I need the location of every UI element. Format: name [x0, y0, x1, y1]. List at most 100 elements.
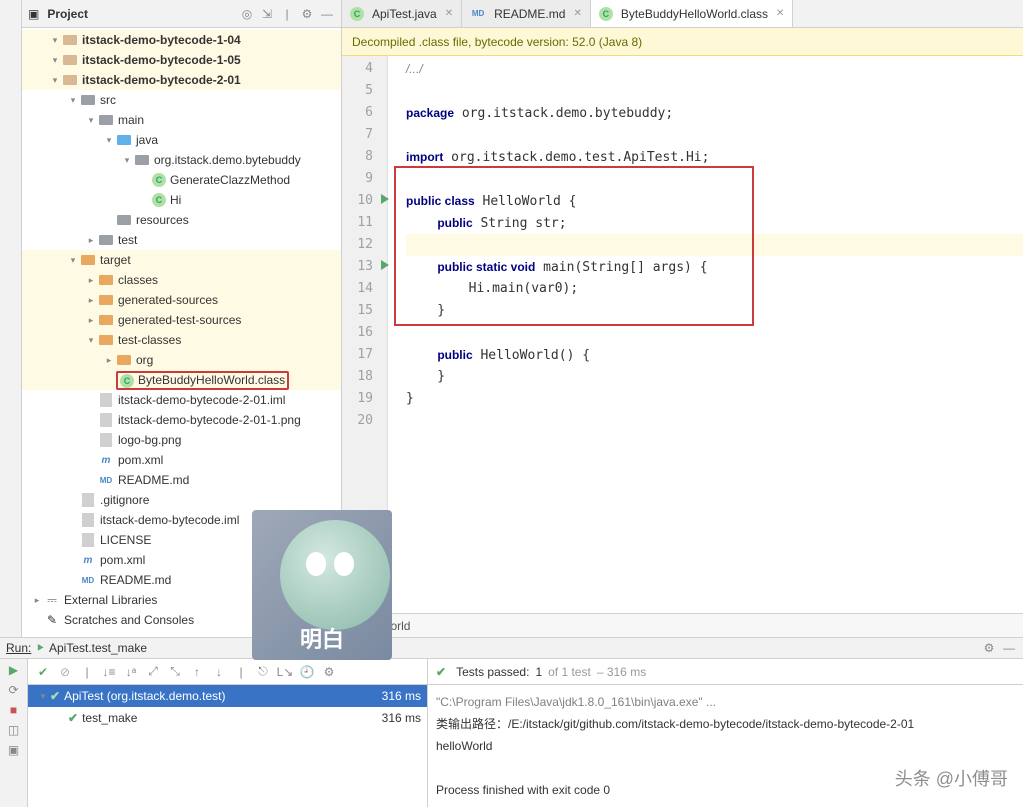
hide-icon[interactable]: — — [319, 6, 335, 22]
editor-tab[interactable]: MDREADME.md✕ — [462, 0, 591, 27]
editor[interactable]: 4567891011121314151617181920 /.../packag… — [342, 56, 1023, 613]
gear-icon[interactable]: ⚙ — [320, 665, 338, 679]
test-row[interactable]: ▾✔ApiTest (org.itstack.demo.test)316 ms — [28, 685, 427, 707]
tree-twisty-icon[interactable]: ▾ — [84, 335, 98, 346]
sort-icon[interactable]: ↓ᵃ — [122, 665, 140, 679]
editor-code[interactable]: /.../ package org.itstack.demo.bytebuddy;… — [388, 56, 1023, 613]
hide-icon[interactable]: — — [1001, 640, 1017, 656]
tree-item[interactable]: ▾test-classes — [22, 330, 341, 350]
code-line[interactable] — [406, 80, 1023, 102]
locate-icon[interactable]: ◎ — [239, 6, 255, 22]
tree-item[interactable]: CGenerateClazzMethod — [22, 170, 341, 190]
rerun-icon[interactable]: ▶ — [9, 663, 18, 677]
code-line[interactable] — [406, 322, 1023, 344]
code-line[interactable] — [406, 168, 1023, 190]
run-toolwindow-header: Run: ⯈ ApiTest.test_make ⚙ — — [0, 638, 1023, 659]
tree-twisty-icon[interactable]: ▾ — [48, 35, 62, 46]
tree-twisty-icon[interactable]: ▾ — [66, 95, 80, 106]
run-config-name[interactable]: ApiTest.test_make — [49, 641, 147, 655]
close-icon[interactable]: ✕ — [445, 8, 453, 19]
tree-item[interactable]: ▾itstack-demo-bytecode-2-01 — [22, 70, 341, 90]
code-line[interactable]: package org.itstack.demo.bytebuddy; — [406, 102, 1023, 124]
close-icon[interactable]: ✕ — [573, 8, 581, 19]
history-icon[interactable]: 🕘 — [298, 665, 316, 679]
code-line[interactable]: } — [406, 388, 1023, 410]
tree-item[interactable]: ▸classes — [22, 270, 341, 290]
tree-twisty-icon[interactable]: ▸ — [102, 355, 116, 366]
fold-tan-icon — [62, 52, 78, 68]
tree-item[interactable]: ▸test — [22, 230, 341, 250]
tree-item[interactable]: itstack-demo-bytecode-2-01-1.png — [22, 410, 341, 430]
gear-icon[interactable]: ⚙ — [981, 640, 997, 656]
code-line[interactable]: } — [406, 366, 1023, 388]
stop-icon[interactable]: ■ — [10, 703, 17, 717]
tree-item[interactable]: itstack-demo-bytecode-2-01.iml — [22, 390, 341, 410]
tree-item[interactable]: ▾src — [22, 90, 341, 110]
code-line[interactable] — [406, 234, 1023, 256]
import-icon[interactable]: L↘ — [276, 665, 294, 679]
tree-item[interactable]: MDREADME.md — [22, 470, 341, 490]
tree-item[interactable]: resources — [22, 210, 341, 230]
expand-icon[interactable]: ⤢ — [144, 664, 162, 679]
tree-item[interactable]: ▾itstack-demo-bytecode-1-05 — [22, 50, 341, 70]
tree-twisty-icon[interactable]: ▾ — [48, 75, 62, 86]
tree-item[interactable]: ▸generated-test-sources — [22, 310, 341, 330]
tree-item[interactable]: ▾java — [22, 130, 341, 150]
tree-item[interactable]: .gitignore — [22, 490, 341, 510]
code-line[interactable]: } — [406, 300, 1023, 322]
tree-twisty-icon[interactable]: ▾ — [66, 255, 80, 266]
console-output[interactable]: "C:\Program Files\Java\jdk1.8.0_161\bin\… — [428, 685, 1023, 807]
code-line[interactable]: public class HelloWorld { — [406, 190, 1023, 212]
code-line[interactable]: public static void main(String[] args) { — [406, 256, 1023, 278]
prev-icon[interactable]: ↑ — [188, 665, 206, 679]
tree-twisty-icon[interactable]: ▾ — [48, 55, 62, 66]
tree-item[interactable]: ▾itstack-demo-bytecode-1-04 — [22, 30, 341, 50]
breadcrumb[interactable]: HelloWorld — [342, 613, 1023, 637]
tree-item-label: resources — [136, 213, 189, 227]
editor-tab[interactable]: CApiTest.java✕ — [342, 0, 462, 27]
tree-item[interactable]: CByteBuddyHelloWorld.class — [22, 370, 341, 390]
file-generic-icon — [80, 492, 96, 508]
sort-down-icon[interactable]: ↓≡ — [100, 665, 118, 679]
tree-item[interactable]: ▸generated-sources — [22, 290, 341, 310]
tree-twisty-icon[interactable]: ▾ — [84, 115, 98, 126]
code-line[interactable]: import org.itstack.demo.test.ApiTest.Hi; — [406, 146, 1023, 168]
pin-icon[interactable]: ▣ — [8, 743, 19, 757]
test-row[interactable]: ✔test_make316 ms — [28, 707, 427, 729]
close-icon[interactable]: ✕ — [776, 8, 784, 19]
toggle-icon[interactable]: ⟳ — [8, 683, 18, 697]
code-line[interactable]: /.../ — [406, 58, 1023, 80]
tree-item[interactable]: ▸org — [22, 350, 341, 370]
code-line[interactable]: Hi.main(var0); — [406, 278, 1023, 300]
file-m-icon: m — [98, 452, 114, 468]
tree-twisty-icon[interactable]: ▸ — [84, 275, 98, 286]
code-line[interactable]: public HelloWorld() { — [406, 344, 1023, 366]
collapse-all-icon[interactable]: ⇲ — [259, 6, 275, 22]
editor-tab[interactable]: CByteBuddyHelloWorld.class✕ — [591, 0, 794, 27]
code-line[interactable]: public String str; — [406, 212, 1023, 234]
tree-item[interactable]: ▾org.itstack.demo.bytebuddy — [22, 150, 341, 170]
layout-icon[interactable]: ◫ — [8, 723, 19, 737]
tree-item[interactable]: ▾main — [22, 110, 341, 130]
passed-filter-icon[interactable]: ✔ — [34, 665, 52, 679]
tree-item[interactable]: logo-bg.png — [22, 430, 341, 450]
tree-twisty-icon[interactable]: ▸ — [84, 315, 98, 326]
code-line[interactable] — [406, 124, 1023, 146]
tree-twisty-icon[interactable]: ▸ — [84, 235, 98, 246]
code-line[interactable] — [406, 410, 1023, 432]
tree-item[interactable]: CHi — [22, 190, 341, 210]
next-icon[interactable]: ↓ — [210, 665, 228, 679]
tree-item[interactable]: ▾target — [22, 250, 341, 270]
tree-twisty-icon[interactable]: ▸ — [30, 595, 44, 606]
gear-icon[interactable]: ⚙ — [299, 6, 315, 22]
test-tree[interactable]: ▾✔ApiTest (org.itstack.demo.test)316 ms✔… — [28, 685, 427, 807]
ignored-filter-icon[interactable]: ⊘ — [56, 665, 74, 679]
tree-twisty-icon[interactable]: ▾ — [102, 135, 116, 146]
line-number: 12 — [342, 234, 387, 256]
tree-item[interactable]: mpom.xml — [22, 450, 341, 470]
collapse-icon[interactable]: ⤡ — [166, 664, 184, 679]
tree-twisty-icon[interactable]: ▾ — [120, 155, 134, 166]
export-icon[interactable]: ⎋ — [254, 664, 272, 679]
tree-twisty-icon[interactable]: ▸ — [84, 295, 98, 306]
editor-tabs[interactable]: CApiTest.java✕MDREADME.md✕CByteBuddyHell… — [342, 0, 1023, 28]
